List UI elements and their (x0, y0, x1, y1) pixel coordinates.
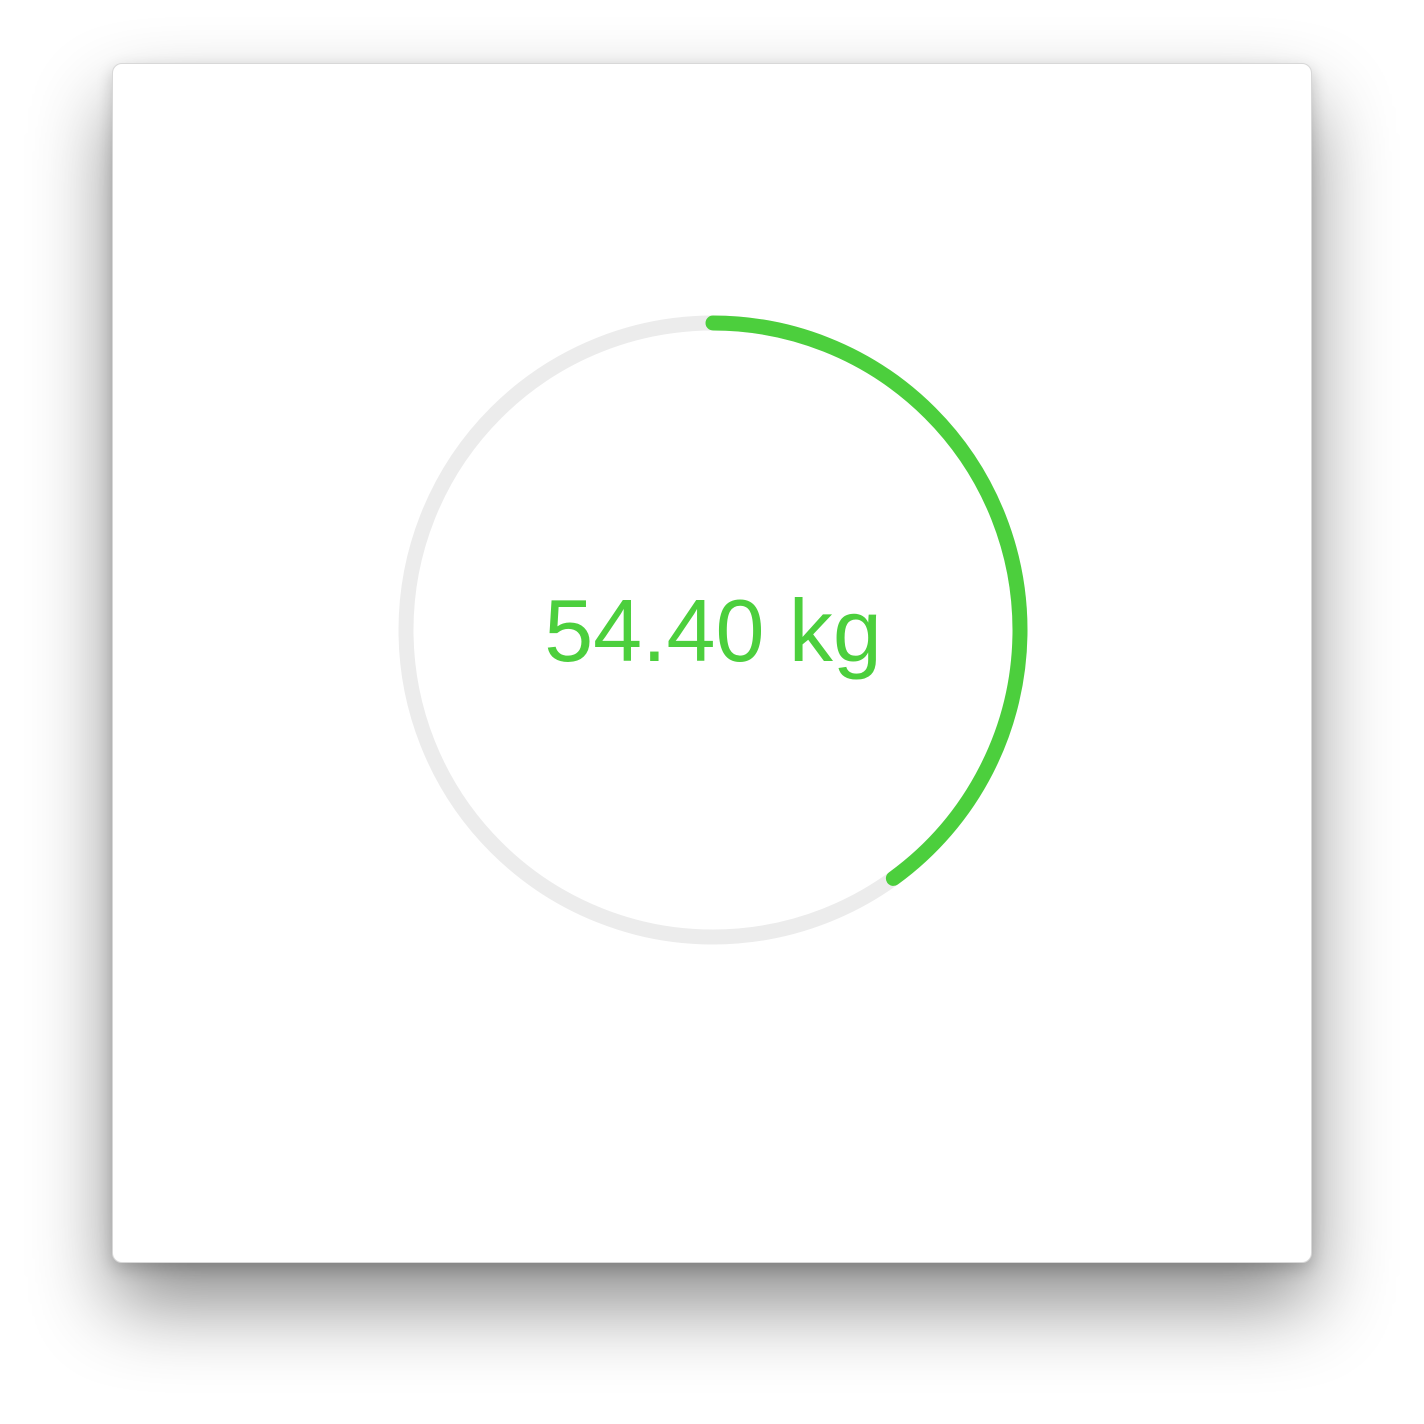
app-window: 54.40 kg (112, 63, 1312, 1263)
weight-progress-gauge: 54.40 kg (398, 315, 1028, 945)
weight-value-label: 54.40 kg (544, 581, 882, 680)
